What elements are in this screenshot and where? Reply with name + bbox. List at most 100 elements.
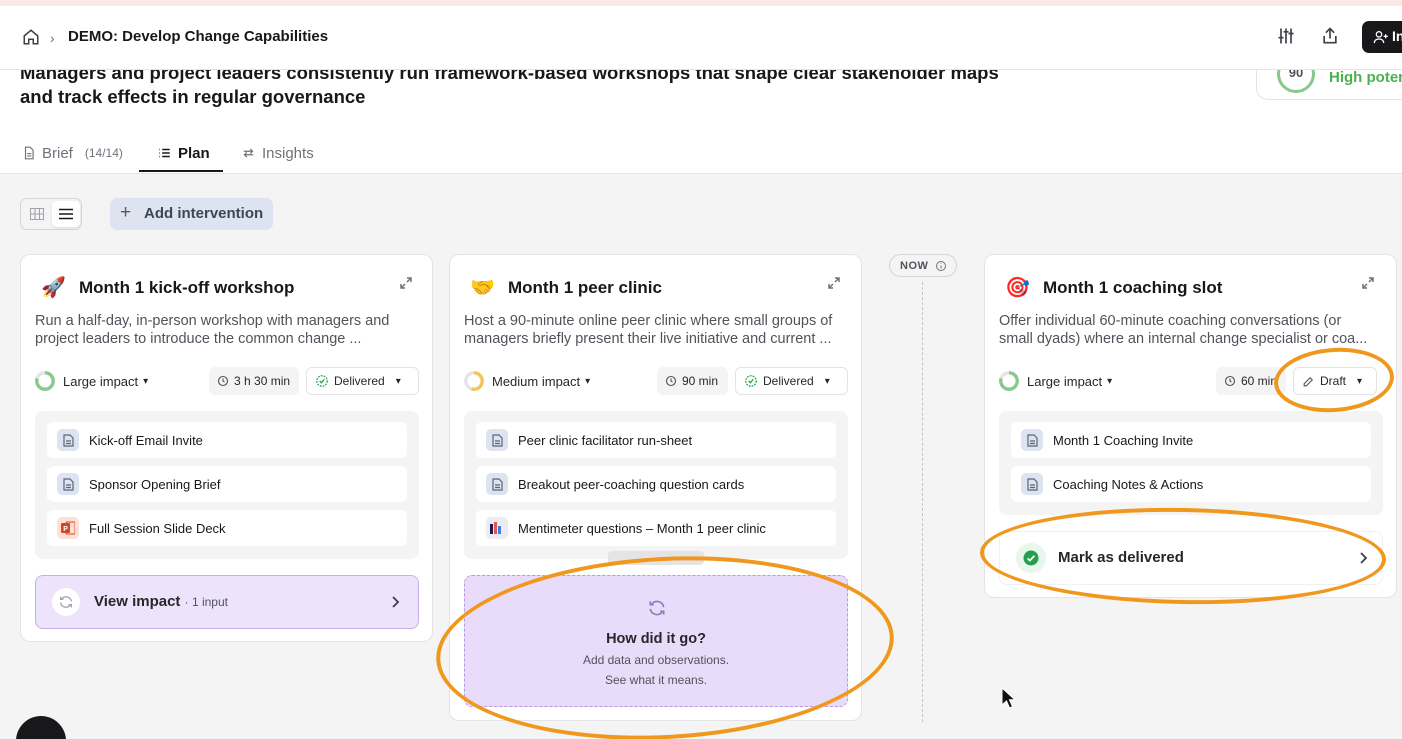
asset-label: Kick-off Email Invite <box>89 432 203 448</box>
document-icon <box>24 146 34 160</box>
asset-item[interactable]: Peer clinic facilitator run-sheet <box>476 422 836 458</box>
drag-handle[interactable] <box>608 551 704 565</box>
user-plus-icon <box>1373 31 1388 44</box>
duration-label: 60 min <box>1241 374 1278 388</box>
view-toggle <box>20 198 82 230</box>
duration-pill[interactable]: 3 h 30 min <box>209 367 299 395</box>
card-title: Month 1 kick-off workshop <box>79 278 295 297</box>
add-intervention-label: Add intervention <box>144 205 264 222</box>
chat-launcher-button[interactable] <box>16 716 66 739</box>
invite-button[interactable]: In <box>1362 21 1402 53</box>
asset-item[interactable]: Mentimeter questions – Month 1 peer clin… <box>476 510 836 546</box>
asset-item[interactable]: Sponsor Opening Brief <box>47 466 407 502</box>
grid-view-button[interactable] <box>23 201 51 227</box>
asset-item[interactable]: P Full Session Slide Deck <box>47 510 407 546</box>
chevron-down-icon: ▾ <box>143 375 149 387</box>
app-header: › DEMO: Develop Change Capabilities In <box>0 6 1402 70</box>
asset-list: Kick-off Email Invite Sponsor Opening Br… <box>35 411 419 559</box>
status-dropdown[interactable]: Delivered ▾ <box>735 367 848 395</box>
info-icon <box>936 261 946 271</box>
tab-plan-label: Plan <box>178 144 210 162</box>
impact-dropdown[interactable]: Large impact ▾ <box>35 371 148 391</box>
target-icon: 🎯 <box>1005 277 1030 299</box>
chevron-right-icon: › <box>50 30 55 46</box>
input-count: · 1 input <box>184 595 228 609</box>
duration-pill[interactable]: 90 min <box>657 367 728 395</box>
chevron-down-icon: ▾ <box>585 375 591 387</box>
asset-item[interactable]: Breakout peer-coaching question cards <box>476 466 836 502</box>
card-title: Month 1 coaching slot <box>1043 278 1223 297</box>
add-intervention-button[interactable]: + Add intervention <box>110 198 273 230</box>
mouse-cursor-icon <box>1001 687 1015 709</box>
card-title: Month 1 peer clinic <box>508 278 662 297</box>
plus-icon: + <box>120 202 132 223</box>
list-lines-icon <box>59 208 73 220</box>
intervention-card[interactable]: 🤝 Month 1 peer clinic Host a 90-minute o… <box>449 254 862 721</box>
home-icon[interactable] <box>22 28 40 46</box>
tab-brief[interactable]: Brief (14/14) <box>22 144 123 162</box>
status-dropdown[interactable]: Draft ▾ <box>1293 367 1377 395</box>
expand-icon[interactable] <box>1362 277 1374 289</box>
view-impact-text: View impact <box>94 593 181 610</box>
asset-item[interactable]: Month 1 Coaching Invite <box>1011 422 1371 458</box>
document-icon <box>57 429 79 451</box>
tab-insights[interactable]: Insights <box>241 144 314 162</box>
description-line: small dyads) where an internal change sp… <box>999 331 1368 347</box>
tab-plan[interactable]: Plan <box>157 144 210 162</box>
document-icon <box>57 473 79 495</box>
asset-item[interactable]: Coaching Notes & Actions <box>1011 466 1371 502</box>
clock-icon <box>217 375 229 387</box>
chevron-down-icon: ▾ <box>395 375 401 387</box>
potential-card[interactable]: 90 High poten <box>1256 70 1402 100</box>
check-circle-icon <box>1016 543 1046 573</box>
now-marker[interactable]: NOW <box>889 254 957 277</box>
description-line: managers briefly present their live init… <box>464 331 832 347</box>
rocket-icon: 🚀 <box>41 277 66 299</box>
check-circle-icon <box>316 375 328 387</box>
active-tab-indicator <box>139 170 223 172</box>
chevron-down-icon: ▾ <box>824 375 830 387</box>
description-line: project leaders to introduce the common … <box>35 331 362 347</box>
expand-icon[interactable] <box>400 277 412 289</box>
status-dropdown[interactable]: Delivered ▾ <box>306 367 419 395</box>
impact-ring <box>999 371 1019 391</box>
goal-band: Managers and project leaders consistentl… <box>0 70 1402 174</box>
score-ring: 90 <box>1277 70 1315 93</box>
asset-item[interactable]: Kick-off Email Invite <box>47 422 407 458</box>
view-impact-button[interactable]: View impact · 1 input <box>35 575 419 629</box>
mark-delivered-label: Mark as delivered <box>1058 549 1184 566</box>
intervention-card[interactable]: 🎯 Month 1 coaching slot Offer individual… <box>984 254 1397 598</box>
how-title: How did it go? <box>606 631 706 647</box>
tab-brief-label: Brief <box>42 144 73 162</box>
how-did-it-go-dropzone[interactable]: How did it go? Add data and observations… <box>464 575 848 707</box>
chevron-right-icon <box>392 596 400 608</box>
check-circle-icon <box>745 375 757 387</box>
tab-insights-label: Insights <box>262 144 314 162</box>
asset-label: Sponsor Opening Brief <box>89 476 221 492</box>
refresh-icon <box>52 588 80 616</box>
asset-label: Coaching Notes & Actions <box>1053 476 1204 492</box>
card-description: Offer individual 60-minute coaching conv… <box>999 312 1389 348</box>
impact-dropdown[interactable]: Medium impact ▾ <box>464 371 590 391</box>
document-icon <box>1021 473 1043 495</box>
impact-ring <box>35 371 55 391</box>
powerpoint-icon: P <box>57 517 79 539</box>
status-label: Draft <box>1320 374 1347 388</box>
svg-text:P: P <box>63 526 68 533</box>
expand-icon[interactable] <box>828 277 840 289</box>
impact-dropdown[interactable]: Large impact ▾ <box>999 371 1112 391</box>
impact-ring <box>464 371 484 391</box>
now-timeline-line <box>922 282 923 722</box>
intervention-card[interactable]: 🚀 Month 1 kick-off workshop Run a half-d… <box>20 254 433 642</box>
breadcrumb-title[interactable]: DEMO: Develop Change Capabilities <box>68 28 328 45</box>
document-icon <box>486 473 508 495</box>
status-label: Delivered <box>763 374 814 388</box>
mentimeter-icon <box>486 517 508 539</box>
impact-label: Large impact <box>1027 373 1103 389</box>
tab-brief-count: (14/14) <box>84 146 123 160</box>
share-icon[interactable] <box>1320 26 1340 46</box>
list-view-button[interactable] <box>52 201 80 227</box>
mark-as-delivered-button[interactable]: Mark as delivered <box>999 531 1383 585</box>
duration-pill[interactable]: 60 min <box>1216 367 1286 395</box>
sliders-icon[interactable] <box>1276 26 1296 46</box>
